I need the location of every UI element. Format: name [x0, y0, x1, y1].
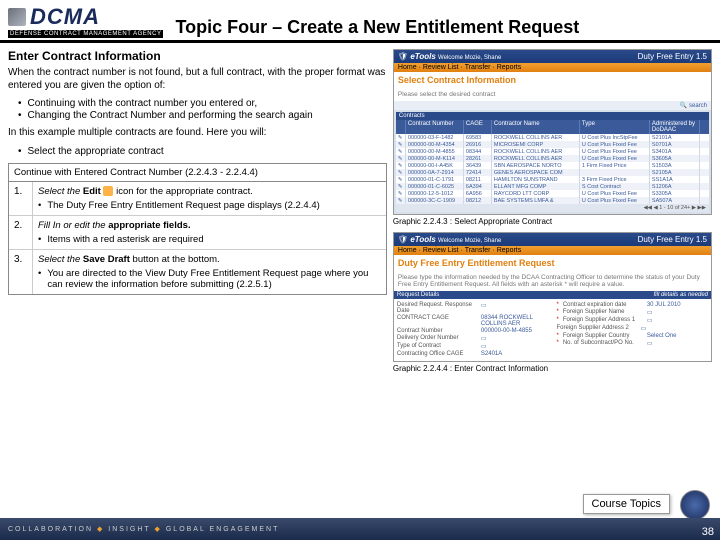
contract-row[interactable]: ✎000000-03-F-148269583ROCKWELL COLLINS A…: [396, 134, 709, 141]
page-footer: COLLABORATION ◆ INSIGHT ◆ GLOBAL ENGAGEM…: [0, 518, 720, 540]
contract-row[interactable]: ✎000000-00-M-485508344ROCKWELL COLLINS A…: [396, 148, 709, 155]
intro-paragraph: When the contract number is not found, b…: [8, 67, 387, 92]
screenshot-nav: Home · Review List · Transfer · Reports: [394, 63, 711, 72]
agency-seal-icon: [680, 490, 710, 520]
steps-table-header: Continue with Entered Contract Number (2…: [9, 164, 386, 182]
step-number: 1.: [9, 182, 33, 215]
left-column: Enter Contract Information When the cont…: [8, 49, 387, 379]
search-link[interactable]: search: [689, 103, 707, 109]
step-sub: You are directed to the View Duty Free E…: [47, 268, 381, 290]
step-number: 2.: [9, 216, 33, 249]
right-column: 🛡 eTools Welcome Mozie, Shane Duty Free …: [393, 49, 712, 379]
course-topics-button[interactable]: Course Topics: [583, 494, 671, 514]
step-sub: The Duty Free Entry Entitlement Request …: [47, 200, 319, 211]
logo-subtitle: DEFENSE CONTRACT MANAGEMENT AGENCY: [8, 30, 163, 38]
section-subtitle: Enter Contract Information: [8, 49, 387, 63]
screenshot-contract-list: 🛡 eTools Welcome Mozie, Shane Duty Free …: [393, 49, 712, 215]
table-row: 1. Select the Edit icon for the appropri…: [9, 182, 386, 216]
app-title: Duty Free Entry 1.5: [638, 235, 707, 244]
table-row: 2. Fill In or edit the appropriate field…: [9, 216, 386, 250]
logo-text: DCMA: [30, 4, 100, 30]
logo-globe-icon: [8, 8, 26, 26]
screenshot-nav: Home · Review List · Transfer · Reports: [394, 246, 711, 255]
bullet-1: Continuing with the contract number you …: [28, 98, 258, 109]
table-row: 3. Select the Save Draft button at the b…: [9, 250, 386, 294]
contract-row[interactable]: ✎000000-01-C-179108211HAMILTON SUNSTRAND…: [396, 176, 709, 183]
topic-title: Topic Four – Create a New Entitlement Re…: [175, 17, 712, 38]
screenshot-request-form: 🛡 eTools Welcome Mozie, Shane Duty Free …: [393, 232, 712, 362]
screenshot2-caption: Graphic 2.2.4.4 : Enter Contract Informa…: [393, 364, 712, 373]
example-line: In this example multiple contracts are f…: [8, 127, 387, 140]
page-header: DCMA DEFENSE CONTRACT MANAGEMENT AGENCY …: [0, 0, 720, 43]
page-number: 38: [702, 526, 714, 538]
contract-row[interactable]: ✎000000-3C-C-190908212BAE SYSTEMS LMFA &…: [396, 197, 709, 204]
screenshot1-caption: Graphic 2.2.4.3 : Select Appropriate Con…: [393, 217, 712, 226]
screenshot-heading: Duty Free Entry Entitlement Request: [394, 255, 711, 271]
contract-row[interactable]: ✎000000-01-C-60256A394ELLANT MFG COMPS C…: [396, 183, 709, 190]
contract-row[interactable]: ✎000000-12-5-10126A956RAYCORD LTT CORPU …: [396, 190, 709, 197]
step-number: 3.: [9, 250, 33, 294]
bullet-2: Changing the Contract Number and perform…: [28, 110, 313, 121]
edit-icon: [103, 186, 113, 196]
contract-row[interactable]: ✎000000-00-I-A45K36439SBN AEROSPACE NORT…: [396, 162, 709, 169]
option-bullets: •Continuing with the contract number you…: [18, 98, 387, 121]
app-title: Duty Free Entry 1.5: [638, 52, 707, 61]
dcma-logo: DCMA DEFENSE CONTRACT MANAGEMENT AGENCY: [8, 4, 163, 38]
step-sub: Items with a red asterisk are required: [47, 234, 203, 245]
contract-row[interactable]: ✎000000-0A-7-291472414GENES AEROSPACE CO…: [396, 169, 709, 176]
steps-table: Continue with Entered Contract Number (2…: [8, 163, 387, 295]
select-bullet: Select the appropriate contract: [28, 146, 164, 157]
contract-row[interactable]: ✎000000-00-M-435426916MICROSEMI CORPU Co…: [396, 141, 709, 148]
contract-row[interactable]: ✎000000-00-M-K11428261ROCKWELL COLLINS A…: [396, 155, 709, 162]
screenshot-heading: Select Contract Information: [394, 72, 711, 88]
